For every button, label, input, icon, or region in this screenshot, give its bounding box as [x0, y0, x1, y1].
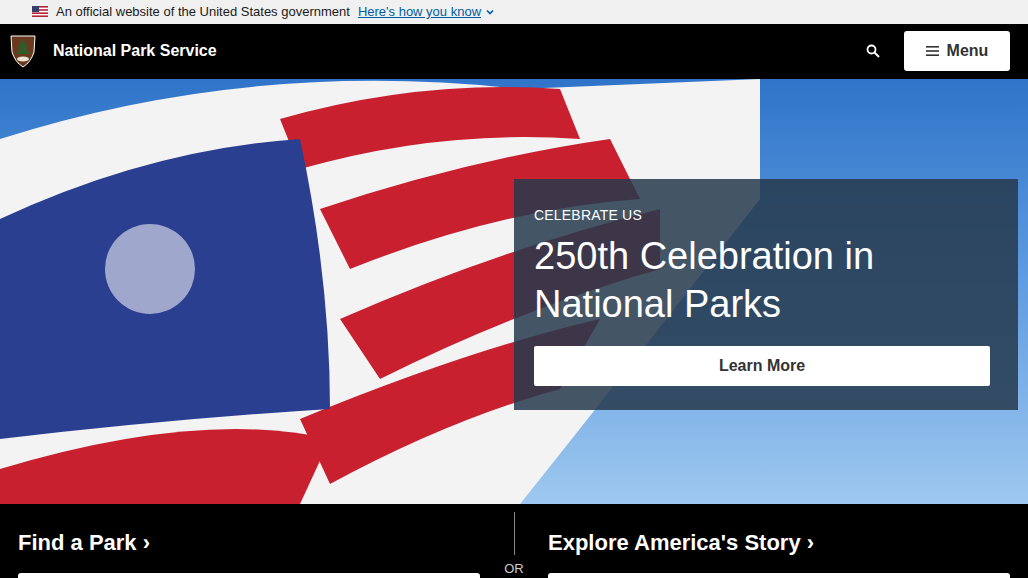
hero-panel: CELEBRATE US 250th Celebration in Nation…: [514, 179, 1018, 410]
find-park-section: Find a Park ›: [18, 504, 480, 578]
hero-title: 250th Celebration in National Parks: [534, 232, 990, 328]
explore-section: Explore America's Story ›: [548, 504, 1010, 578]
divider-line: [514, 512, 515, 556]
nps-arrowhead-icon[interactable]: [9, 34, 37, 68]
find-park-text[interactable]: Find a Park: [18, 530, 137, 555]
menu-label[interactable]: Menu: [947, 39, 989, 63]
learn-more-button[interactable]: Learn More: [534, 346, 990, 386]
us-flag-icon: [32, 6, 48, 17]
find-strip: Find a Park › OR Explore America's Story…: [0, 504, 1028, 578]
divider: OR: [480, 504, 548, 578]
hamburger-icon[interactable]: [926, 46, 939, 56]
how-you-know-link[interactable]: Here's how you know: [358, 2, 495, 22]
menu-button[interactable]: Menu: [904, 31, 1010, 71]
divider-or: OR: [504, 559, 524, 578]
search-icon[interactable]: [866, 44, 880, 58]
hero-eyebrow: CELEBRATE US: [534, 205, 990, 226]
chevron-down-icon[interactable]: [485, 7, 495, 17]
home-link[interactable]: National Park Service: [9, 34, 217, 68]
explore-heading[interactable]: Explore America's Story ›: [548, 528, 1010, 558]
explore-text[interactable]: Explore America's Story: [548, 530, 801, 555]
gov-banner: An official website of the United States…: [0, 0, 1028, 24]
site-header: National Park Service Menu: [0, 24, 1028, 79]
find-park-field[interactable]: [18, 573, 480, 578]
banner-text: An official website of the United States…: [56, 2, 350, 22]
explore-field[interactable]: [548, 573, 1010, 578]
chevron-right-icon[interactable]: ›: [807, 530, 814, 555]
site-title[interactable]: National Park Service: [53, 39, 217, 63]
hero: CELEBRATE US 250th Celebration in Nation…: [0, 79, 1028, 504]
how-you-know-text[interactable]: Here's how you know: [358, 2, 481, 22]
chevron-right-icon[interactable]: ›: [143, 530, 150, 555]
find-park-heading[interactable]: Find a Park ›: [18, 528, 480, 558]
